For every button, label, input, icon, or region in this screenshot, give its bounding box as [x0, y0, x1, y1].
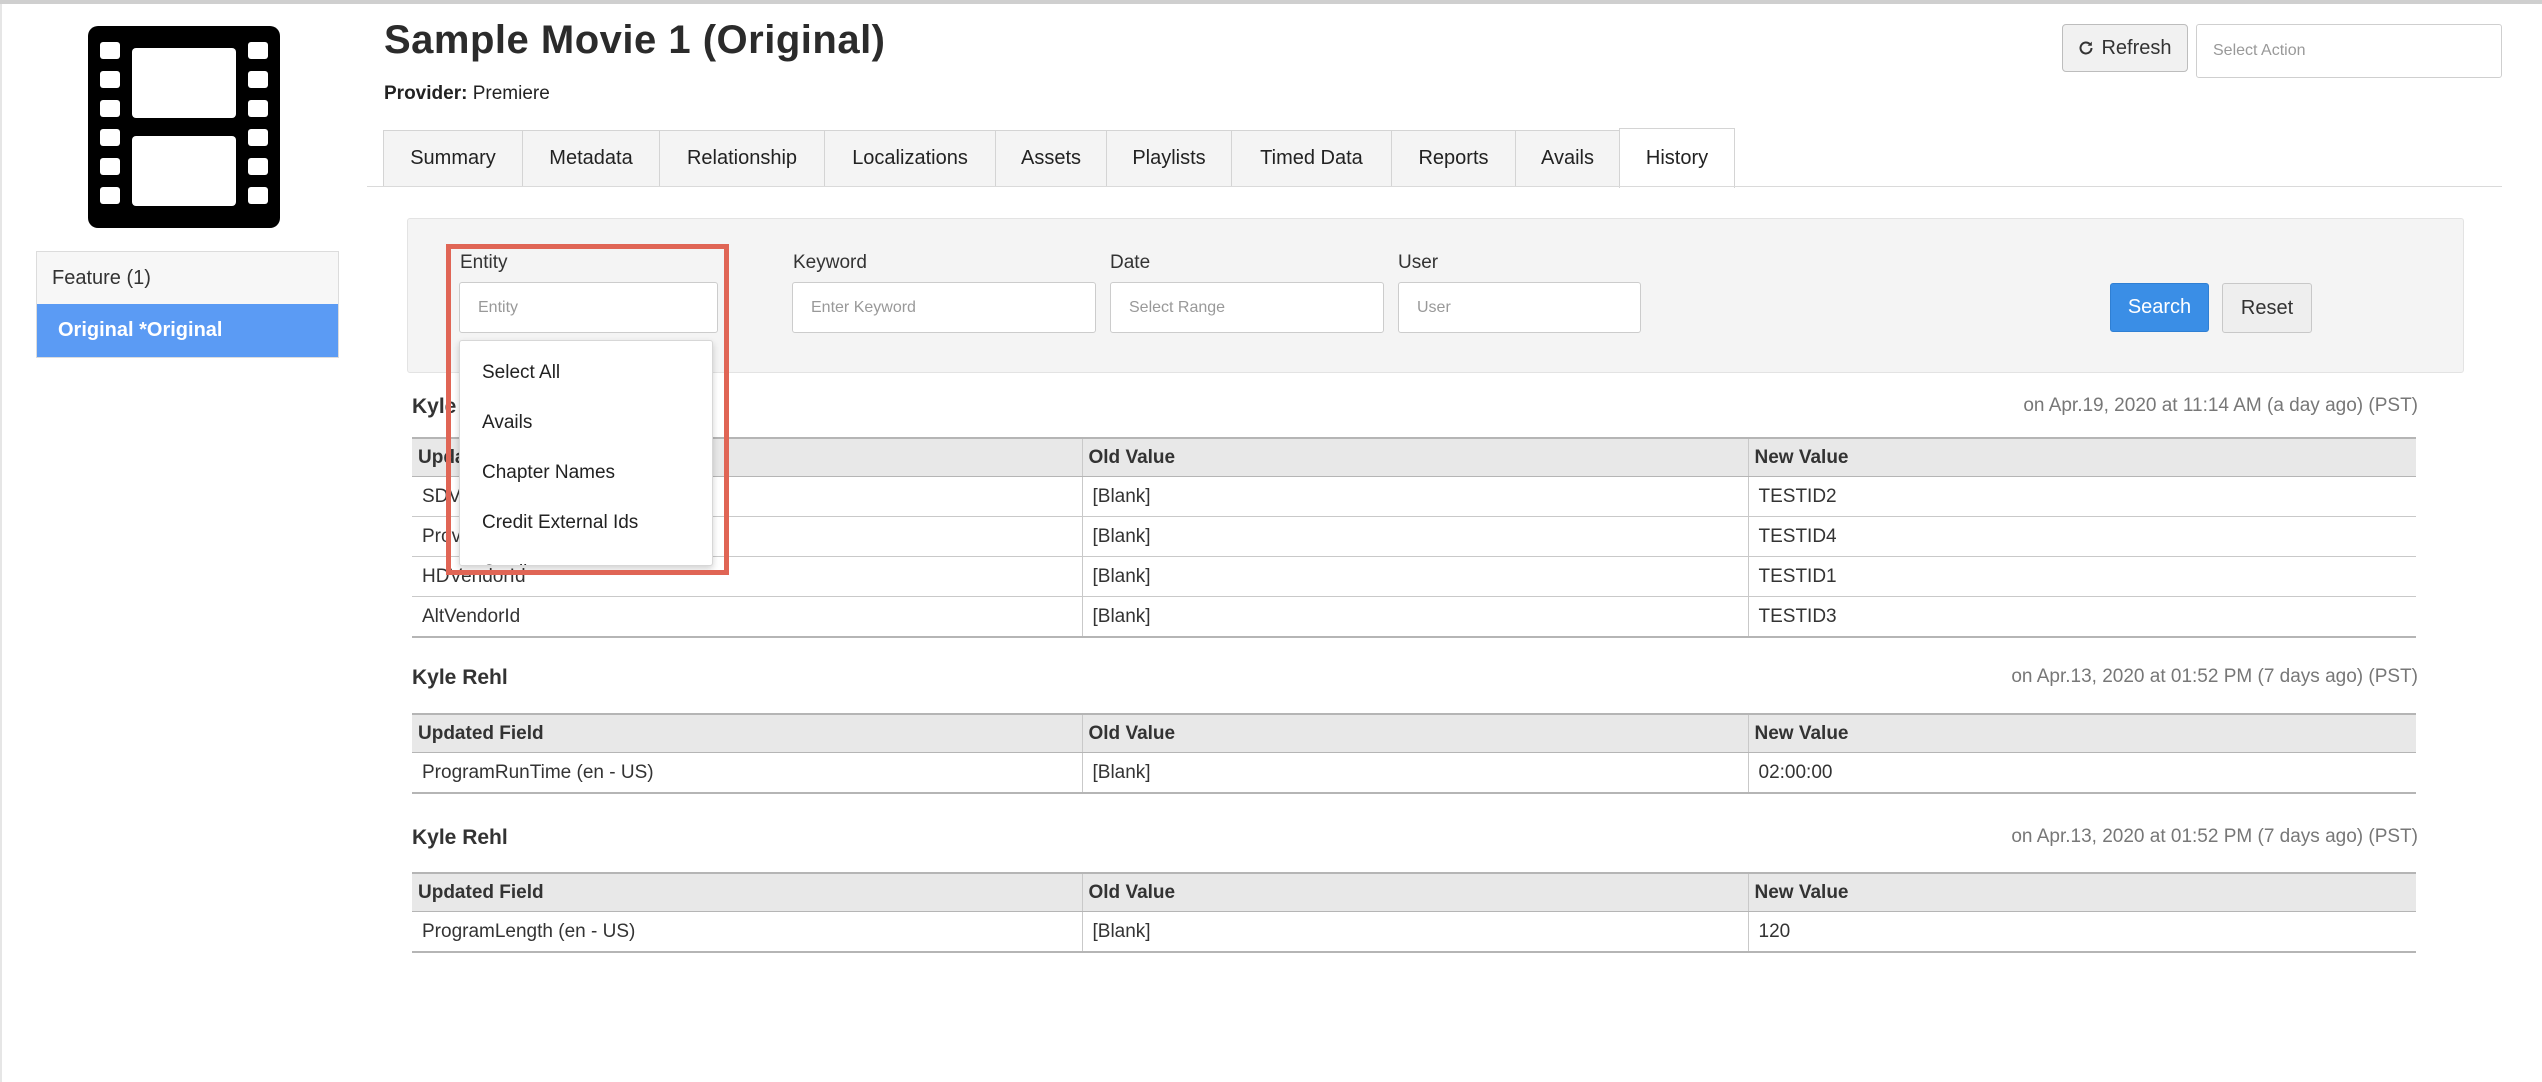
- user-input[interactable]: User: [1398, 282, 1641, 333]
- history-timestamp: on Apr.13, 2020 at 01:52 PM (7 days ago)…: [2011, 826, 2418, 847]
- cell-new-value: TESTID2: [1747, 476, 2416, 517]
- refresh-label: Refresh: [2101, 36, 2172, 59]
- tab-divider: [367, 186, 2502, 187]
- cell-old-value: [Blank]: [1081, 752, 1748, 794]
- cell-updated-field: ProgramRunTime (en - US): [412, 752, 1082, 794]
- cell-old-value: [Blank]: [1081, 556, 1748, 597]
- search-button[interactable]: Search: [2110, 283, 2209, 332]
- history-table: Updated Field Old Value New Value Progra…: [412, 872, 2416, 953]
- refresh-icon: [2079, 41, 2093, 55]
- table-header-row: Updated Field Old Value New Value: [412, 713, 2416, 753]
- tab-localizations[interactable]: Localizations: [824, 130, 995, 187]
- date-label: Date: [1110, 252, 1151, 273]
- cell-old-value: [Blank]: [1081, 516, 1748, 557]
- column-header-updated-field: Updated Field: [412, 872, 1082, 912]
- sidebar-item-feature[interactable]: Feature (1): [37, 252, 338, 304]
- left-border: [0, 4, 2, 1082]
- tab-reports[interactable]: Reports: [1391, 130, 1515, 187]
- cell-old-value: [Blank]: [1081, 476, 1748, 517]
- refresh-button[interactable]: Refresh: [2062, 24, 2188, 72]
- column-header-new-value: New Value: [1747, 713, 2416, 753]
- column-header-old-value: Old Value: [1081, 872, 1748, 912]
- tab-playlists[interactable]: Playlists: [1106, 130, 1231, 187]
- table-header-row: Updated Field Old Value New Value: [412, 872, 2416, 912]
- column-header-old-value: Old Value: [1081, 437, 1748, 477]
- table-row: ProgramRunTime (en - US) [Blank] 02:00:0…: [412, 752, 2416, 794]
- table-row: AltVendorId [Blank] TESTID3: [412, 596, 2416, 638]
- date-range-input[interactable]: Select Range: [1110, 282, 1384, 333]
- sidebar: Feature (1) Original *Original: [36, 251, 339, 358]
- cell-new-value: TESTID1: [1747, 556, 2416, 597]
- tab-history[interactable]: History: [1619, 128, 1735, 188]
- reset-button[interactable]: Reset: [2222, 283, 2312, 333]
- column-header-updated-field: Updated Field: [412, 713, 1082, 753]
- table-row: ProgramLength (en - US) [Blank] 120: [412, 911, 2416, 953]
- tab-summary[interactable]: Summary: [383, 130, 522, 187]
- sidebar-item-original[interactable]: Original *Original: [37, 304, 338, 357]
- history-timestamp: on Apr.13, 2020 at 01:52 PM (7 days ago)…: [2011, 666, 2418, 687]
- tab-bar: Summary Metadata Relationship Localizati…: [383, 128, 1735, 188]
- tab-assets[interactable]: Assets: [995, 130, 1106, 187]
- cell-new-value: TESTID3: [1747, 596, 2416, 638]
- tab-relationship[interactable]: Relationship: [659, 130, 824, 187]
- select-action-dropdown[interactable]: Select Action: [2196, 24, 2502, 78]
- column-header-new-value: New Value: [1747, 437, 2416, 477]
- history-table: Updated Field Old Value New Value Progra…: [412, 713, 2416, 794]
- tab-avails[interactable]: Avails: [1515, 130, 1619, 187]
- provider-label: Provider:: [384, 83, 468, 104]
- provider-line: Provider: Premiere: [384, 83, 550, 105]
- highlight-box: [446, 244, 729, 575]
- user-label: User: [1398, 252, 1439, 273]
- tab-metadata[interactable]: Metadata: [522, 130, 659, 187]
- history-timestamp: on Apr.19, 2020 at 11:14 AM (a day ago) …: [2023, 395, 2418, 416]
- cell-updated-field: ProgramLength (en - US): [412, 911, 1082, 953]
- top-border: [0, 0, 2542, 4]
- history-user: Kyle Rehl: [412, 826, 508, 849]
- history-user: Kyle Rehl: [412, 666, 508, 689]
- film-strip-icon: [88, 26, 280, 228]
- keyword-label: Keyword: [793, 252, 867, 273]
- page-title: Sample Movie 1 (Original): [384, 18, 886, 62]
- cell-new-value: TESTID4: [1747, 516, 2416, 557]
- cell-old-value: [Blank]: [1081, 596, 1748, 638]
- cell-new-value: 120: [1747, 911, 2416, 953]
- tab-timed-data[interactable]: Timed Data: [1231, 130, 1391, 187]
- cell-new-value: 02:00:00: [1747, 752, 2416, 794]
- cell-updated-field: AltVendorId: [412, 596, 1082, 638]
- provider-value: Premiere: [472, 83, 550, 104]
- keyword-input[interactable]: Enter Keyword: [792, 282, 1096, 333]
- cell-old-value: [Blank]: [1081, 911, 1748, 953]
- column-header-new-value: New Value: [1747, 872, 2416, 912]
- column-header-old-value: Old Value: [1081, 713, 1748, 753]
